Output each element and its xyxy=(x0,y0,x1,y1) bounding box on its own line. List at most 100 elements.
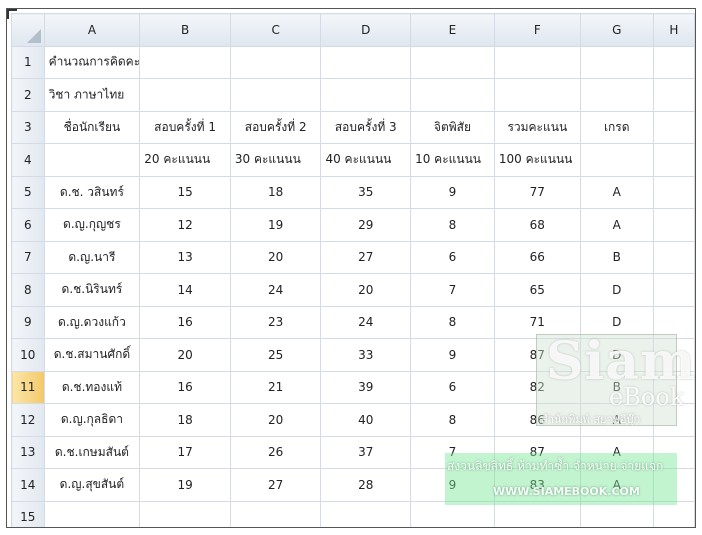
cell-f5[interactable]: 77 xyxy=(493,175,581,209)
row-header-5[interactable]: 5 xyxy=(11,175,45,209)
cell-a6[interactable]: ด.ญ.กุญชร xyxy=(43,208,141,242)
cell-c13[interactable]: 26 xyxy=(229,435,322,469)
cell-d8[interactable]: 20 xyxy=(320,273,412,307)
cell-e4[interactable]: 10 คะแนนน xyxy=(410,143,495,177)
cell-f15[interactable] xyxy=(493,500,581,527)
cell-b1[interactable] xyxy=(139,45,231,79)
column-header-f[interactable]: F xyxy=(493,13,581,47)
cell-e11[interactable]: 6 xyxy=(410,370,495,404)
cell-e6[interactable]: 8 xyxy=(410,208,495,242)
column-header-d[interactable]: D xyxy=(320,13,412,47)
cell-b8[interactable]: 14 xyxy=(139,273,231,307)
column-header-g[interactable]: G xyxy=(579,13,654,47)
cell-c12[interactable]: 20 xyxy=(229,403,322,437)
column-header-a[interactable]: A xyxy=(43,13,141,47)
cell-b4[interactable]: 20 คะแนนน xyxy=(139,143,231,177)
cell-d13[interactable]: 37 xyxy=(320,435,412,469)
column-header-e[interactable]: E xyxy=(410,13,495,47)
cell-a1[interactable]: คำนวณการคิดคะแนนและเกรดของนักเรียน xyxy=(43,45,141,79)
cell-g6[interactable]: A xyxy=(579,208,654,242)
cell-f4[interactable]: 100 คะแนนน xyxy=(493,143,581,177)
cell-a4[interactable] xyxy=(43,143,141,177)
cell-h15[interactable] xyxy=(652,500,695,527)
row-header-9[interactable]: 9 xyxy=(11,305,45,339)
cell-e10[interactable]: 9 xyxy=(410,338,495,372)
row-header-15[interactable]: 15 xyxy=(11,500,45,527)
cell-d11[interactable]: 39 xyxy=(320,370,412,404)
cell-c8[interactable]: 24 xyxy=(229,273,322,307)
cell-b6[interactable]: 12 xyxy=(139,208,231,242)
cell-c15[interactable] xyxy=(229,500,322,527)
cell-h2[interactable] xyxy=(652,78,695,112)
cell-c3[interactable]: สอบครั้งที่ 2 xyxy=(229,110,322,144)
cell-c2[interactable] xyxy=(229,78,322,112)
cell-a5[interactable]: ด.ช. วสินทร์ xyxy=(43,175,141,209)
cell-h6[interactable] xyxy=(652,208,695,242)
row-header-14[interactable]: 14 xyxy=(11,468,45,502)
cell-g1[interactable] xyxy=(579,45,654,79)
cell-d3[interactable]: สอบครั้งที่ 3 xyxy=(320,110,412,144)
cell-f3[interactable]: รวมคะแนน xyxy=(493,110,581,144)
cell-d12[interactable]: 40 xyxy=(320,403,412,437)
cell-a8[interactable]: ด.ช.นิรินทร์ xyxy=(43,273,141,307)
cell-h5[interactable] xyxy=(652,175,695,209)
cell-e12[interactable]: 8 xyxy=(410,403,495,437)
row-header-12[interactable]: 12 xyxy=(11,403,45,437)
row-header-8[interactable]: 8 xyxy=(11,273,45,307)
cell-c10[interactable]: 25 xyxy=(229,338,322,372)
row-header-2[interactable]: 2 xyxy=(11,78,45,112)
cell-g4[interactable] xyxy=(579,143,654,177)
cell-b2[interactable] xyxy=(139,78,231,112)
cell-c5[interactable]: 18 xyxy=(229,175,322,209)
cell-b5[interactable]: 15 xyxy=(139,175,231,209)
cell-a12[interactable]: ด.ญ.กุลธิดา xyxy=(43,403,141,437)
cell-d15[interactable] xyxy=(320,500,412,527)
cell-c1[interactable] xyxy=(229,45,322,79)
cell-g7[interactable]: B xyxy=(579,240,654,274)
row-header-7[interactable]: 7 xyxy=(11,240,45,274)
cell-a3[interactable]: ชื่อนักเรียน xyxy=(43,110,141,144)
cell-a2[interactable]: วิชา ภาษาไทย xyxy=(43,78,141,112)
cell-e7[interactable]: 6 xyxy=(410,240,495,274)
cell-c7[interactable]: 20 xyxy=(229,240,322,274)
row-header-6[interactable]: 6 xyxy=(11,208,45,242)
cell-d6[interactable]: 29 xyxy=(320,208,412,242)
cell-a10[interactable]: ด.ช.สมานศักดิ์ xyxy=(43,338,141,372)
column-header-c[interactable]: C xyxy=(229,13,322,47)
cell-e2[interactable] xyxy=(410,78,495,112)
cell-f7[interactable]: 66 xyxy=(493,240,581,274)
cell-b10[interactable]: 20 xyxy=(139,338,231,372)
cell-f2[interactable] xyxy=(493,78,581,112)
cell-b14[interactable]: 19 xyxy=(139,468,231,502)
cell-h4[interactable] xyxy=(652,143,695,177)
cell-e3[interactable]: จิตพิสัย xyxy=(410,110,495,144)
cell-e9[interactable]: 8 xyxy=(410,305,495,339)
cell-a11[interactable]: ด.ช.ทองแท้ xyxy=(43,370,141,404)
cell-c4[interactable]: 30 คะแนนน xyxy=(229,143,322,177)
cell-g2[interactable] xyxy=(579,78,654,112)
cell-d1[interactable] xyxy=(320,45,412,79)
cell-d9[interactable]: 24 xyxy=(320,305,412,339)
cell-e5[interactable]: 9 xyxy=(410,175,495,209)
cell-f6[interactable]: 68 xyxy=(493,208,581,242)
cell-e1[interactable] xyxy=(410,45,495,79)
cell-a13[interactable]: ด.ช.เกษมสันต์ xyxy=(43,435,141,469)
cell-c11[interactable]: 21 xyxy=(229,370,322,404)
cell-b12[interactable]: 18 xyxy=(139,403,231,437)
cell-g8[interactable]: D xyxy=(579,273,654,307)
cell-g3[interactable]: เกรด xyxy=(579,110,654,144)
column-header-b[interactable]: B xyxy=(139,13,231,47)
cell-e8[interactable]: 7 xyxy=(410,273,495,307)
cell-f8[interactable]: 65 xyxy=(493,273,581,307)
cell-b11[interactable]: 16 xyxy=(139,370,231,404)
cell-h3[interactable] xyxy=(652,110,695,144)
column-header-h[interactable]: H xyxy=(652,13,695,47)
cell-a7[interactable]: ด.ญ.นารี xyxy=(43,240,141,274)
cell-c9[interactable]: 23 xyxy=(229,305,322,339)
select-all-corner[interactable] xyxy=(11,13,45,47)
cell-f1[interactable] xyxy=(493,45,581,79)
cell-c14[interactable]: 27 xyxy=(229,468,322,502)
row-header-13[interactable]: 13 xyxy=(11,435,45,469)
cell-d4[interactable]: 40 คะแนนน xyxy=(320,143,412,177)
cell-b9[interactable]: 16 xyxy=(139,305,231,339)
